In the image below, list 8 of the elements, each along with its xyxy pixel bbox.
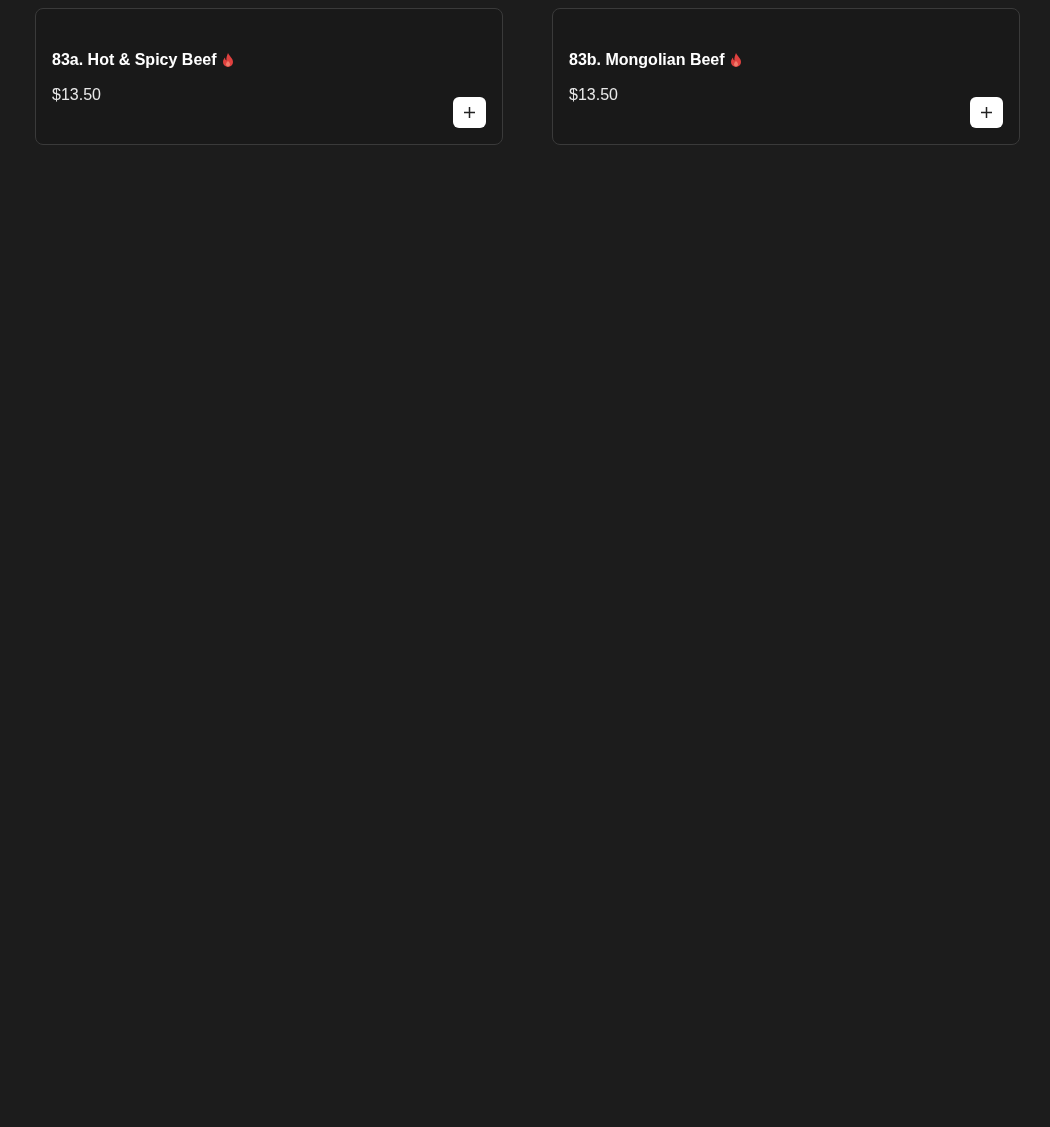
add-button[interactable] [453, 97, 486, 128]
item-price: $13.50 [569, 85, 618, 105]
item-name: 83a. Hot & Spicy Beef [52, 50, 217, 70]
plus-icon [981, 107, 992, 118]
add-button[interactable] [970, 97, 1003, 128]
item-price: $13.50 [52, 85, 101, 105]
plus-icon [464, 107, 475, 118]
item-name: 83b. Mongolian Beef [569, 50, 725, 70]
